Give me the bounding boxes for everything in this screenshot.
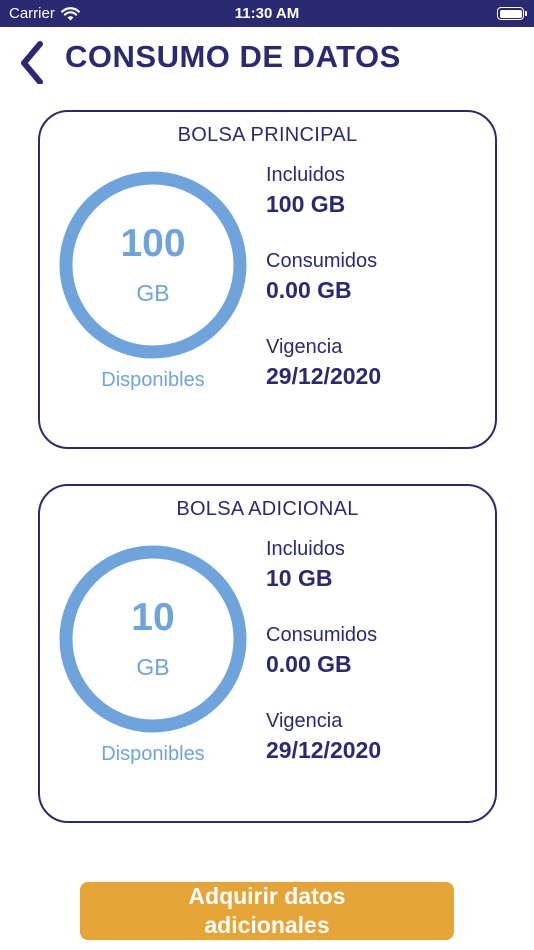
validity-info: Vigencia 29/12/2020 <box>266 336 381 390</box>
consumed-value: 0.00 GB <box>266 277 352 303</box>
consumed-label: Consumidos <box>266 250 378 272</box>
back-button[interactable] <box>14 38 54 85</box>
validity-label: Vigencia <box>266 710 343 732</box>
cta-label-line2: adicionales <box>204 912 330 938</box>
available-data-value: 10 <box>131 596 175 639</box>
included-label: Incluidos <box>266 164 345 186</box>
cta-label-line1: Adquirir datos <box>188 883 346 909</box>
available-data-unit: GB <box>136 654 170 680</box>
available-data-caption: Disponibles <box>101 369 205 391</box>
included-label: Incluidos <box>266 538 345 560</box>
consumed-value: 0.00 GB <box>266 651 352 677</box>
available-data-value: 100 <box>120 222 186 265</box>
available-data-unit: GB <box>136 280 170 306</box>
status-time: 11:30 AM <box>234 5 300 22</box>
consumed-label: Consumidos <box>266 624 378 646</box>
battery-icon <box>497 7 527 20</box>
header: CONSUMO DE DATOS <box>0 30 534 90</box>
page-title: CONSUMO DE DATOS <box>65 39 401 74</box>
status-bar: Carrier 11:30 AM <box>0 0 534 27</box>
consumed-info: Consumidos 0.00 GB <box>266 250 377 304</box>
data-bundle-card-additional: BOLSA ADICIONAL 10 GB Disponibles Inclui… <box>38 484 497 823</box>
chevron-left-icon <box>21 41 43 85</box>
card-title: BOLSA ADICIONAL <box>176 498 359 520</box>
validity-info: Vigencia 29/12/2020 <box>266 710 381 764</box>
included-value: 100 GB <box>266 191 346 217</box>
validity-value: 29/12/2020 <box>266 363 382 389</box>
validity-value: 29/12/2020 <box>266 737 382 763</box>
available-data-caption: Disponibles <box>101 743 205 765</box>
validity-label: Vigencia <box>266 336 343 358</box>
included-info: Incluidos 100 GB <box>266 164 345 218</box>
card-title: BOLSA PRINCIPAL <box>177 124 358 146</box>
buy-additional-data-button[interactable]: Adquirir datos adicionales <box>80 882 454 940</box>
included-info: Incluidos 10 GB <box>266 538 345 592</box>
included-value: 10 GB <box>266 565 333 591</box>
data-bundle-card-main: BOLSA PRINCIPAL 100 GB Disponibles Inclu… <box>38 110 497 449</box>
consumed-info: Consumidos 0.00 GB <box>266 624 377 678</box>
